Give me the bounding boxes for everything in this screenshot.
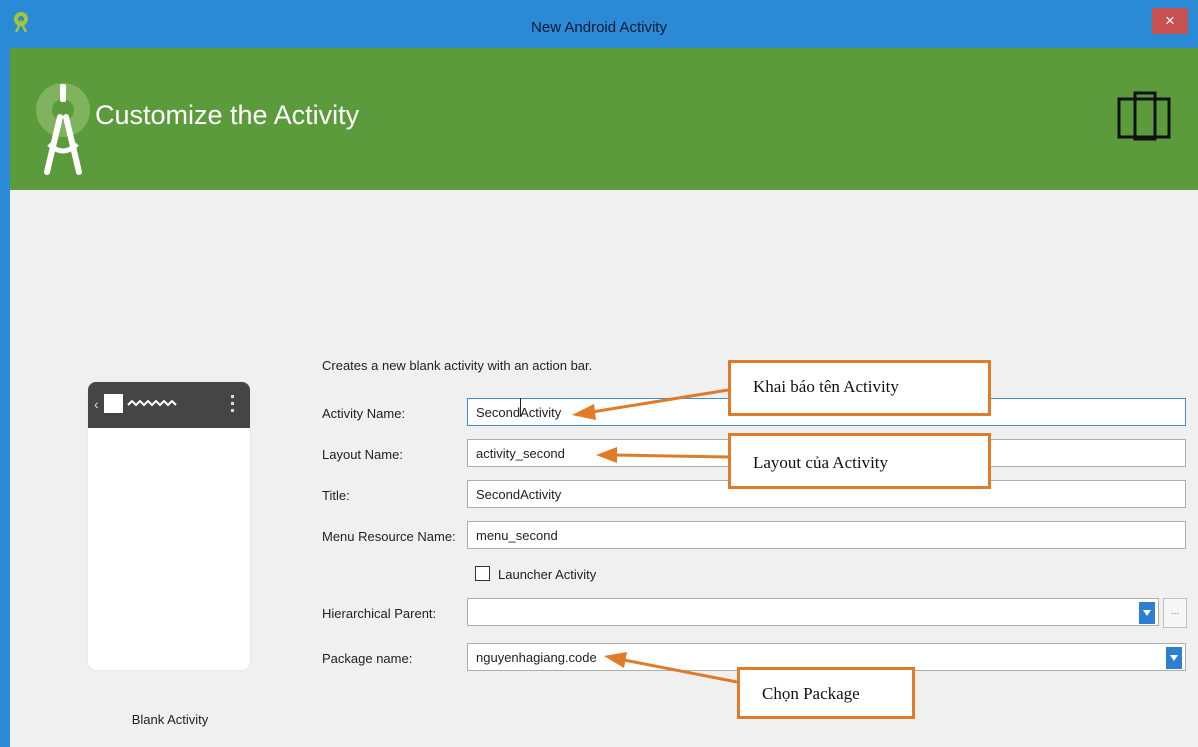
phone-tablet-icon	[1117, 91, 1171, 141]
hierarchical-parent-label: Hierarchical Parent:	[322, 606, 437, 621]
android-studio-logo-icon	[36, 83, 90, 175]
text-cursor	[520, 398, 521, 416]
back-icon: ‹	[94, 396, 99, 412]
activity-name-label: Activity Name:	[322, 406, 406, 421]
launcher-activity-checkbox[interactable]	[475, 566, 490, 581]
package-name-label: Package name:	[322, 651, 413, 666]
window-title: New Android Activity	[531, 19, 667, 36]
callout-activity-name: Khai báo tên Activity	[728, 360, 991, 416]
app-icon	[104, 394, 123, 413]
package-name-dropdown-icon[interactable]	[1166, 647, 1182, 669]
preview-action-bar: ‹	[88, 382, 250, 428]
title-squiggle-icon	[127, 399, 177, 407]
callout-package: Chọn Package	[737, 667, 915, 719]
page-title: Customize the Activity	[95, 100, 360, 130]
template-description: Creates a new blank activity with an act…	[322, 358, 593, 373]
layout-name-label: Layout Name:	[322, 447, 403, 462]
menu-resource-name-label: Menu Resource Name:	[322, 529, 456, 544]
callout-layout: Layout của Activity	[728, 433, 991, 489]
window-border	[0, 48, 10, 747]
activity-preview: ‹	[88, 382, 250, 670]
overflow-menu-icon	[231, 395, 235, 415]
launcher-activity-label[interactable]: Launcher Activity	[498, 567, 596, 582]
template-name: Blank Activity	[131, 712, 209, 727]
wizard-banner: Customize the Activity	[10, 48, 1198, 190]
menu-resource-name-input[interactable]: menu_second	[467, 521, 1186, 549]
hierarchical-parent-select[interactable]	[467, 598, 1159, 626]
close-button[interactable]: ×	[1152, 8, 1188, 34]
title-label: Title:	[322, 488, 350, 503]
hierarchical-parent-dropdown-icon[interactable]	[1139, 602, 1155, 624]
browse-parent-button[interactable]: ...	[1163, 598, 1187, 628]
window-titlebar: New Android Activity ×	[0, 0, 1198, 48]
